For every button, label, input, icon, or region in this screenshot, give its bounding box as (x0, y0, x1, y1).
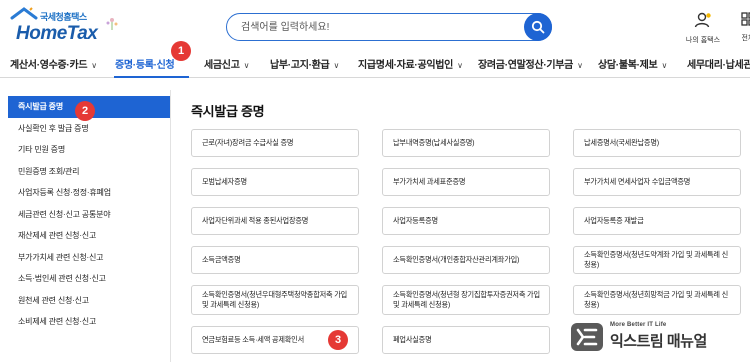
certificate-card[interactable]: 사업자단위과세 적용 종된사업장증명 (191, 207, 359, 235)
search-button[interactable] (524, 13, 552, 41)
certificate-card[interactable]: 사업자등록증 재발급 (573, 207, 741, 235)
certificate-card[interactable]: 모범납세자증명 (191, 168, 359, 196)
sidebar-item-other-certificate[interactable]: 기타 민원 증명 (8, 139, 170, 161)
nav-item-label: 지급명세·자료·공익법인 (358, 60, 454, 71)
certificate-card[interactable]: 납세증명서(국세완납증명) (573, 129, 741, 157)
certificate-card[interactable]: 소득확인증명서(청년도약계좌 가입 및 과세특례 신청용) (573, 246, 741, 274)
sidebar-item-business-registration[interactable]: 사업자등록 신청·정정·휴폐업 (8, 182, 170, 204)
sidebar-divider (170, 90, 171, 362)
sidebar-item-common-application[interactable]: 세금관련 신청·신고 공통분야 (8, 204, 170, 226)
certificate-card[interactable]: 폐업사실증명 (382, 326, 550, 354)
sidebar-item-vat[interactable]: 부가가치세 관련 신청·신고 (8, 247, 170, 269)
flower-decoration-icon (106, 18, 118, 30)
nav-item-certificate[interactable]: 증명·등록·신청 (115, 56, 175, 71)
watermark: More Better IT Life 익스트림 매뉴얼 (570, 316, 748, 360)
user-icon (694, 12, 711, 28)
nav-item-invoice[interactable]: 계산서·영수증·카드 ∨ (10, 56, 97, 71)
certificate-card[interactable]: 소득확인증명서(청년희망적금 가입 및 과세특례 신청용) (573, 285, 741, 315)
nav-item-consult[interactable]: 상담·불복·제보 ∨ (598, 56, 667, 71)
header: 국세청홈택스 HomeTax 나의 홈택스 (0, 0, 750, 48)
watermark-logo-icon (571, 323, 603, 351)
nav-item-statement[interactable]: 지급명세·자료·공익법인 ∨ (358, 56, 463, 71)
all-menu-button[interactable]: 전체 (733, 12, 750, 43)
watermark-name: 익스트림 매뉴얼 (610, 333, 707, 350)
nav-item-incentive[interactable]: 장려금·연말정산·기부금 ∨ (478, 56, 583, 71)
chevron-down-icon: ∨ (91, 61, 97, 70)
nav-item-agent[interactable]: 세무대리·납세관리 (687, 56, 750, 71)
nav-item-label: 납부·고지·환급 (270, 60, 330, 71)
certificate-card[interactable]: 소득확인증명서(청년형 장기집합투자증권저축 가입 및 과세특례 신청용) (382, 285, 550, 315)
my-hometax-label: 나의 홈택스 (685, 37, 721, 44)
certificate-card[interactable]: 소득확인증명서(청년우대형주택청약종합저축 가입 및 과세특례 신청용) (191, 285, 359, 315)
watermark-tagline: More Better IT Life (610, 322, 667, 328)
nav-item-tax-report[interactable]: 세금신고 ∨ (204, 56, 249, 71)
nav-item-label: 상담·불복·제보 (598, 60, 658, 71)
chevron-down-icon: ∨ (457, 61, 463, 70)
logo-title: HomeTax (16, 23, 98, 44)
sidebar-item-property-tax[interactable]: 재산제세 관련 신청·신고 (8, 225, 170, 247)
nav-item-label: 세금신고 (204, 60, 240, 71)
logo-subtitle: 국세청홈택스 (40, 12, 87, 22)
nav-item-label: 계산서·영수증·카드 (10, 60, 88, 71)
certificate-card[interactable]: 납부내역증명(납세사실증명) (382, 129, 550, 157)
search-box[interactable] (226, 13, 552, 41)
nav-item-label: 세무대리·납세관리 (687, 60, 750, 71)
page-title: 즉시발급 증명 (191, 104, 265, 119)
search-input[interactable] (241, 18, 511, 36)
sidebar-item-consumption-tax[interactable]: 소비제세 관련 신청·신고 (8, 311, 170, 333)
sidebar: 즉시발급 증명 사실확인 후 발급 증명 기타 민원 증명 민원증명 조회/관리… (8, 96, 170, 333)
certificate-card[interactable]: 소득금액증명 (191, 246, 359, 274)
chevron-down-icon: ∨ (333, 61, 340, 70)
nav-active-indicator (114, 76, 189, 78)
step-badge-3: 3 (328, 330, 348, 350)
menu-grid-icon (741, 12, 750, 26)
nav-item-label: 장려금·연말정산·기부금 (478, 60, 574, 71)
step-badge-1: 1 (171, 41, 191, 61)
step-badge-2: 2 (75, 101, 95, 121)
sidebar-item-certificate-manage[interactable]: 민원증명 조회/관리 (8, 161, 170, 183)
certificate-card[interactable]: 사업자등록증명 (382, 207, 550, 235)
certificate-card[interactable]: 부가가치세 과세표준증명 (382, 168, 550, 196)
nav-item-payment[interactable]: 납부·고지·환급 ∨ (270, 56, 339, 71)
main-nav: 계산서·영수증·카드 ∨ 증명·등록·신청 세금신고 ∨ 납부·고지·환급 ∨ 지급명… (0, 48, 750, 78)
sidebar-item-income-corporate[interactable]: 소득·법인세 관련 신청·신고 (8, 268, 170, 290)
all-menu-label: 전체 (741, 35, 750, 42)
sidebar-item-verified-certificate[interactable]: 사실확인 후 발급 증명 (8, 118, 170, 140)
chevron-down-icon: ∨ (243, 61, 250, 70)
chevron-down-icon: ∨ (661, 61, 668, 70)
certificate-card[interactable]: 소득확인증명서(개인종합자산관리계좌가입) (382, 246, 550, 274)
chevron-down-icon: ∨ (577, 61, 583, 70)
my-hometax-button[interactable]: 나의 홈택스 (683, 12, 723, 45)
search-icon (531, 20, 545, 34)
hometax-logo[interactable]: 국세청홈택스 HomeTax (10, 6, 120, 44)
sidebar-item-withholding[interactable]: 원천세 관련 신청·신고 (8, 290, 170, 312)
certificate-card[interactable]: 부가가치세 면세사업자 수입금액증명 (573, 168, 741, 196)
certificate-card[interactable]: 근로(자녀)장려금 수급사실 증명 (191, 129, 359, 157)
nav-item-label: 증명·등록·신청 (115, 60, 175, 71)
